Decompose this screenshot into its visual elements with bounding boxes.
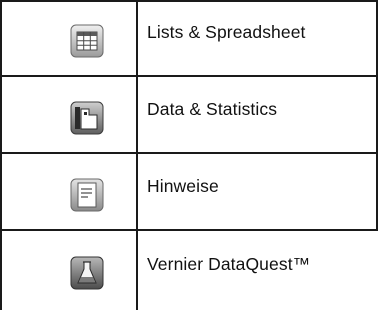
- app-row-notes[interactable]: Hinweise: [0, 154, 378, 229]
- row-divider: [0, 229, 378, 231]
- label-cell: Lists & Spreadsheet: [138, 0, 376, 75]
- app-label: Lists & Spreadsheet: [147, 22, 306, 42]
- icon-cell: [2, 77, 136, 152]
- table-border-top: [0, 0, 378, 2]
- label-cell: Data & Statistics: [138, 77, 376, 152]
- icon-cell: [2, 154, 136, 229]
- notes-icon: [70, 178, 104, 212]
- label-cell: Vernier DataQuest™: [138, 231, 376, 310]
- label-cell: Hinweise: [138, 154, 376, 229]
- app-label: Data & Statistics: [147, 99, 278, 119]
- app-row-data-statistics[interactable]: Data & Statistics: [0, 77, 378, 152]
- column-divider: [136, 0, 138, 310]
- app-label: Vernier DataQuest™: [147, 254, 311, 274]
- app-label: Hinweise: [147, 176, 219, 196]
- app-row-lists-spreadsheet[interactable]: Lists & Spreadsheet: [0, 0, 378, 75]
- row-divider: [0, 75, 378, 77]
- lists-spreadsheet-icon: [70, 24, 104, 58]
- icon-cell: [2, 231, 136, 310]
- icon-cell: [2, 0, 136, 75]
- table-border-left: [0, 0, 2, 310]
- data-statistics-icon: [70, 101, 104, 135]
- row-divider: [0, 152, 378, 154]
- app-row-vernier-dataquest[interactable]: Vernier DataQuest™: [0, 231, 378, 310]
- vernier-dataquest-icon: [70, 256, 104, 290]
- app-table: Lists & Spreadsheet Data & Statistics Hi…: [0, 0, 378, 310]
